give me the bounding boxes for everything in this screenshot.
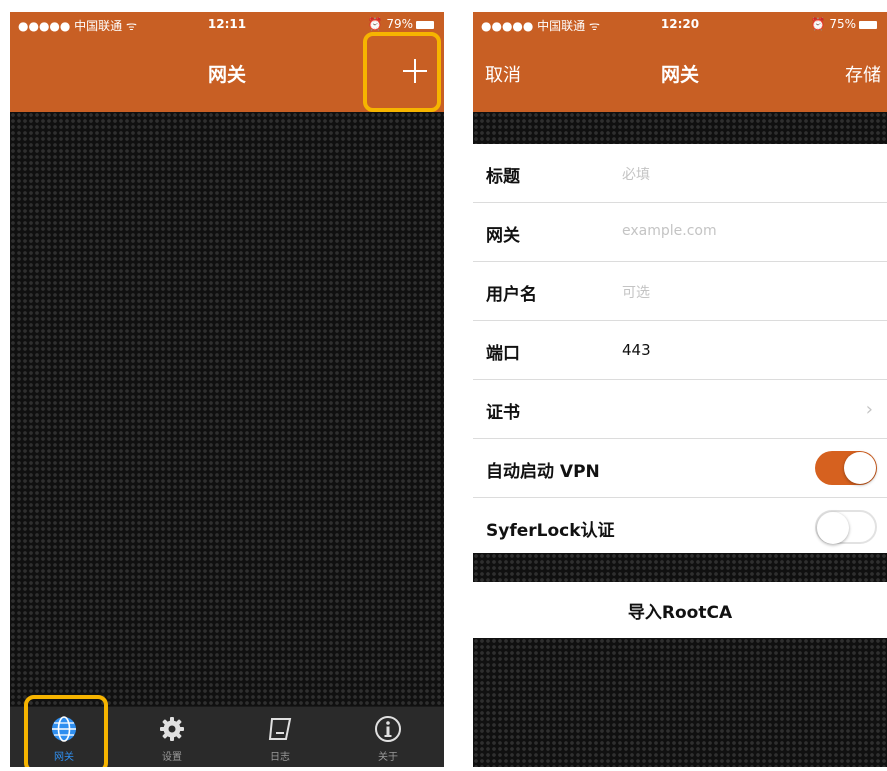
- import-rootca-button[interactable]: 导入RootCA: [473, 582, 887, 638]
- title-input[interactable]: 必填: [622, 164, 650, 184]
- empty-list-background: [10, 112, 444, 707]
- gateway-tab-highlight: [24, 695, 108, 767]
- certificate-row[interactable]: 证书 ›: [473, 380, 887, 439]
- auto-vpn-label: 自动启动 VPN: [486, 462, 600, 482]
- port-label: 端口: [486, 344, 520, 364]
- section-spacer: [473, 553, 887, 582]
- battery-indicator: ⏰ 79%: [368, 17, 434, 31]
- tab-label: 关于: [378, 752, 398, 763]
- section-spacer: [473, 112, 887, 144]
- username-input[interactable]: 可选: [622, 282, 650, 302]
- battery-icon: [416, 20, 434, 29]
- status-bar: ●●●●● 中国联通 ᯤ 12:20 ⏰ 75%: [473, 12, 887, 36]
- battery-icon: [859, 20, 877, 29]
- chevron-right-icon: ›: [865, 399, 873, 420]
- tab-label: 设置: [162, 752, 182, 763]
- tab-label: 日志: [270, 752, 290, 763]
- tab-log[interactable]: 日志: [226, 707, 334, 767]
- port-input[interactable]: 443: [622, 341, 651, 359]
- add-button-highlight: [363, 32, 441, 112]
- info-icon: [375, 716, 401, 742]
- battery-indicator: ⏰ 75%: [811, 17, 877, 31]
- battery-label: ⏰ 79%: [367, 17, 413, 31]
- tab-settings[interactable]: 设置: [118, 707, 226, 767]
- toggle-knob: [844, 452, 876, 484]
- save-button[interactable]: 存储: [845, 61, 881, 87]
- battery-label: ⏰ 75%: [810, 17, 856, 31]
- gateway-label: 网关: [486, 226, 520, 246]
- gateway-row[interactable]: 网关 example.com: [473, 203, 887, 262]
- port-row[interactable]: 端口 443: [473, 321, 887, 380]
- gateway-list-screen: ●●●●● 中国联通 ᯤ 12:11 ⏰ 79% 网关 网关 设置 日志 关于: [10, 12, 444, 767]
- tab-about[interactable]: 关于: [334, 707, 442, 767]
- syferlock-toggle[interactable]: [815, 510, 877, 544]
- log-icon: [268, 718, 292, 740]
- auto-vpn-row: 自动启动 VPN: [473, 439, 887, 498]
- title-label: 标题: [486, 167, 520, 187]
- gateway-input[interactable]: example.com: [622, 223, 717, 239]
- nav-bar: 取消 网关 存储: [473, 36, 887, 112]
- bottom-background: [473, 638, 887, 767]
- username-row[interactable]: 用户名 可选: [473, 262, 887, 321]
- syferlock-row: SyferLock认证: [473, 498, 887, 556]
- auto-vpn-toggle[interactable]: [815, 451, 877, 485]
- gateway-form: 标题 必填 网关 example.com 用户名 可选 端口 443 证书 › …: [473, 144, 887, 556]
- import-rootca-label: 导入RootCA: [627, 603, 733, 623]
- syferlock-label: SyferLock认证: [486, 521, 615, 541]
- username-label: 用户名: [486, 285, 537, 305]
- gear-icon: [160, 717, 184, 741]
- certificate-label: 证书: [486, 403, 520, 423]
- add-gateway-screen: ●●●●● 中国联通 ᯤ 12:20 ⏰ 75% 取消 网关 存储 标题 必填 …: [473, 12, 887, 767]
- toggle-knob: [817, 512, 849, 544]
- title-row[interactable]: 标题 必填: [473, 144, 887, 203]
- page-title: 网关: [660, 64, 699, 86]
